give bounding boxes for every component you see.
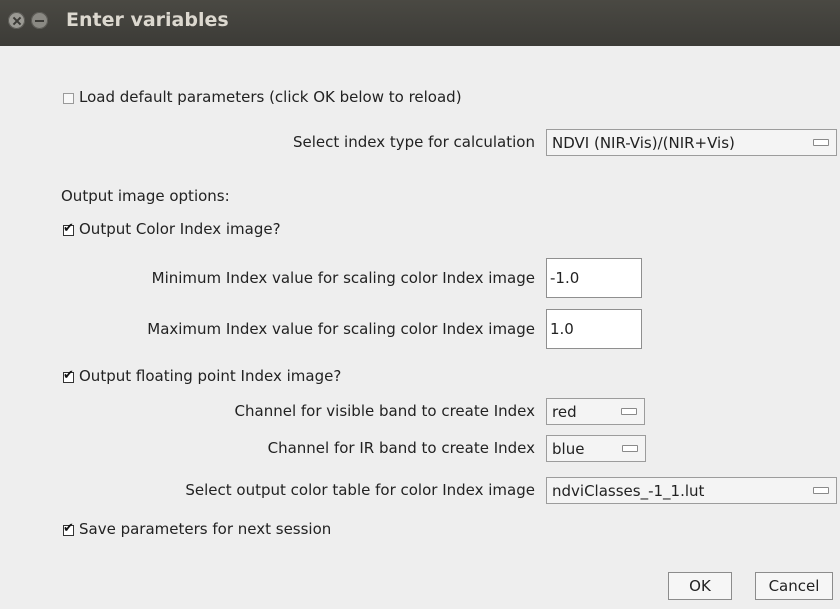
color-table-select[interactable]: ndviClasses_-1_1.lut: [546, 477, 837, 504]
index-type-value: NDVI (NIR-Vis)/(NIR+Vis): [552, 134, 735, 152]
save-params-label[interactable]: Save parameters for next session: [79, 520, 331, 538]
min-index-label: Minimum Index value for scaling color In…: [151, 269, 535, 287]
ok-button[interactable]: OK: [668, 572, 732, 600]
index-type-label: Select index type for calculation: [293, 133, 535, 151]
close-icon[interactable]: [8, 12, 25, 29]
dropdown-icon: [813, 487, 829, 494]
minimize-icon[interactable]: [31, 12, 48, 29]
ir-channel-select[interactable]: blue: [546, 435, 646, 462]
load-defaults-checkbox[interactable]: [63, 93, 74, 104]
visible-channel-select[interactable]: red: [546, 398, 645, 425]
visible-channel-value: red: [552, 403, 577, 421]
ir-channel-value: blue: [552, 440, 585, 458]
dropdown-icon: [622, 445, 638, 452]
min-index-field[interactable]: -1.0: [546, 258, 642, 298]
dropdown-icon: [813, 139, 829, 146]
color-table-label: Select output color table for color Inde…: [185, 481, 535, 499]
ir-channel-label: Channel for IR band to create Index: [267, 439, 535, 457]
load-defaults-label[interactable]: Load default parameters (click OK below …: [79, 88, 462, 106]
index-type-select[interactable]: NDVI (NIR-Vis)/(NIR+Vis): [546, 129, 837, 156]
cancel-button[interactable]: Cancel: [755, 572, 833, 600]
max-index-label: Maximum Index value for scaling color In…: [147, 320, 535, 338]
output-color-label[interactable]: Output Color Index image?: [79, 220, 281, 238]
color-table-value: ndviClasses_-1_1.lut: [552, 482, 705, 500]
output-options-heading: Output image options:: [61, 187, 230, 205]
output-float-checkbox[interactable]: [63, 368, 74, 383]
visible-channel-label: Channel for visible band to create Index: [234, 402, 535, 420]
window-title: Enter variables: [66, 9, 229, 31]
dropdown-icon: [621, 408, 637, 415]
output-color-checkbox[interactable]: [63, 221, 74, 236]
max-index-field[interactable]: 1.0: [546, 309, 642, 349]
save-params-checkbox[interactable]: [63, 521, 74, 536]
output-float-label[interactable]: Output floating point Index image?: [79, 367, 341, 385]
title-bar: Enter variables: [0, 0, 840, 46]
